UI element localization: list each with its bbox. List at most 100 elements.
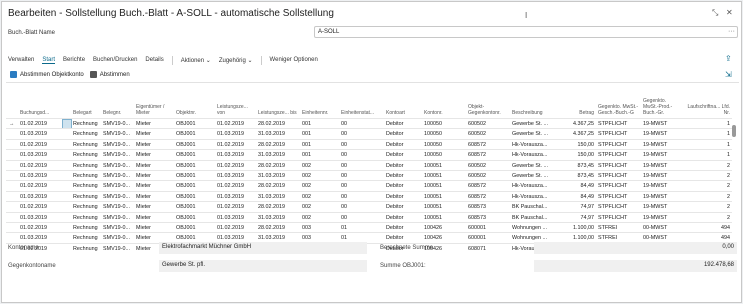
action-zugehoerig[interactable]: Zugehörig ⌄ [219,57,253,64]
table-cell: Debitor [386,224,404,231]
table-cell: 1.100,00 [573,224,594,231]
column-header[interactable]: Leistungsze... von [217,104,255,116]
table-row[interactable]: 01.02.2019 Rechnung SMV19-0... Mieter OBJ001… [6,159,732,170]
column-header[interactable]: Objekt-Gegenkontonr. [468,104,508,116]
action-berichte[interactable]: Berichte [63,57,85,63]
table-cell: 600001 [468,235,486,242]
table-row[interactable]: 01.03.2019 Rechnung SMV19-0... Mieter OBJ001… [6,169,732,180]
column-header[interactable]: Gegenkto. MwSt.-Gesch.-Buch.-G [598,104,638,116]
column-header[interactable]: Buchungsd... [20,110,60,116]
close-icon[interactable]: ✕ [726,8,733,17]
scrollbar[interactable] [732,125,736,137]
table-cell: STPFLICHT [598,141,628,148]
table-cell: 600502 [468,131,486,138]
batch-name-label: Buch.-Blatt Name [8,30,56,36]
action-details[interactable]: Details [145,57,163,63]
table-cell: 31.03.2019 [258,172,285,179]
table-cell: 001 [302,152,311,159]
table-cell: 01.03.2019 [217,235,244,242]
table-cell: 003 [302,235,311,242]
column-header[interactable]: Belegart [73,110,101,116]
table-cell: 00-MWST [643,235,668,242]
table-row[interactable]: → 01.02.2019 Rechnung SMV19-0... Mieter OBJ00… [6,118,732,129]
table-row[interactable]: 01.02.2019 Rechnung SMV19-0... Mieter OBJ001… [6,138,732,149]
table-cell: OBJ001 [176,141,196,148]
table-cell: STPFLICHT [598,193,628,200]
column-header[interactable]: Gegenkto. MwSt.-Prod.-Buch.-Gr. [643,98,679,116]
table-cell: 01.02.2019 [20,121,47,127]
reconcile-icon-2 [89,71,97,78]
table-cell: 31.03.2019 [258,131,285,138]
table-cell: STPFLICHT [598,183,628,190]
column-header[interactable]: Kontoart [386,110,420,116]
table-row[interactable]: 01.03.2019 Rechnung SMV19-0... Mieter OBJ001… [6,128,732,138]
kontoname-label: Kontoname [8,245,39,251]
more-options-icon[interactable]: ··· [728,28,735,35]
column-header[interactable]: Objektnr. [176,110,214,116]
table-cell: 01.03.2019 [20,172,47,179]
action-start[interactable]: Start [42,57,56,64]
table-cell: 2 [727,214,730,221]
column-header[interactable]: Eigentümer / Mieter [136,104,174,116]
abstimmen-objektkonto-button[interactable]: Abstimmen Objektkonto [10,71,84,78]
table-cell: 2 [727,162,730,169]
batch-name-input[interactable]: A-SOLL [314,26,738,38]
table-row[interactable]: 01.03.2019 Rechnung SMV19-0... Mieter OBJ001… [6,190,732,201]
table-cell: 2 [727,204,730,211]
table-cell: 31.03.2019 [258,235,285,242]
abstimmen-button[interactable]: Abstimmen [89,71,130,78]
table-cell: Wohnungen ... [512,235,547,242]
collapse-icon[interactable]: ⤡ [712,8,718,18]
table-cell: 01.03.2019 [20,152,47,159]
action-buchen-drucken[interactable]: Buchen/Drucken [93,57,137,63]
action-aktionen[interactable]: Aktionen ⌄ [181,57,211,64]
table-cell: 01.03.2019 [217,152,244,159]
table-cell: 01.02.2019 [20,183,47,190]
table-cell: STPFLICHT [598,131,628,138]
table-cell: Debitor [386,131,404,138]
share-icon[interactable]: ⇪ [725,54,732,63]
table-cell: 01.03.2019 [217,172,244,179]
table-cell: SMV19-0... [103,162,130,169]
table-cell: Debitor [386,152,404,159]
table-cell: 31.03.2019 [258,214,285,221]
table-cell: 1 [727,141,730,148]
edit-window: Bearbeiten - Sollstellung Buch.-Blatt - … [1,1,742,303]
table-cell: 00-MWST [643,224,668,231]
column-header[interactable]: Beschreibung [512,110,550,116]
table-cell: Debitor [386,141,404,148]
column-header[interactable]: Betrag [552,110,594,116]
column-header[interactable]: Belegnr. [103,110,133,116]
column-header[interactable]: Leistungsze... bis [258,110,298,116]
table-cell: STPFLICHT [598,162,628,169]
column-header[interactable]: Kontonr. [424,110,464,116]
table-cell: 01.03.2019 [20,193,47,200]
table-row[interactable]: 01.03.2019 Rechnung SMV19-0... Mieter OBJ001… [6,211,732,222]
column-header[interactable]: Einheitennr. [302,110,338,116]
table-cell: 608572 [468,141,486,148]
table-cell: SMV19-0... [103,235,130,242]
table-cell: 00 [341,193,347,200]
table-cell: Hk-Vorauszа... [512,152,548,159]
pin-icon[interactable]: ⇲ [725,70,732,79]
table-row[interactable]: 01.02.2019 Rechnung SMV19-0... Mieter OBJ001… [6,180,732,190]
action-verwalten[interactable]: Verwalten [8,57,34,63]
table-cell: SMV19-0... [103,214,130,221]
table-row[interactable]: 01.02.2019 Rechnung SMV19-0... Mieter OBJ001… [6,201,732,211]
table-cell: OBJ001 [176,235,196,242]
column-header[interactable]: Einheitenstat... [341,110,381,116]
action-weniger-optionen[interactable]: Weniger Optionen [270,57,318,63]
table-cell: 150,00 [577,152,595,159]
table-cell: 001 [302,141,311,148]
table-cell: 00 [341,204,347,211]
column-header[interactable]: Laufschriftna... Lfd. Nr. [682,104,730,116]
table-cell: Mieter [136,204,151,211]
table-cell: 00 [341,183,347,190]
table-cell: Rechnung [73,172,98,179]
table-cell: 01.02.2019 [20,204,47,211]
table-cell: Wohnungen ... [512,224,547,231]
table-row[interactable]: 01.03.2019 Rechnung SMV19-0... Mieter OBJ001… [6,149,732,159]
table-cell: 873,45 [577,172,595,179]
table-row[interactable]: 01.02.2019 Rechnung SMV19-0... Mieter OBJ001… [6,221,732,232]
table-cell: 00 [341,141,347,148]
